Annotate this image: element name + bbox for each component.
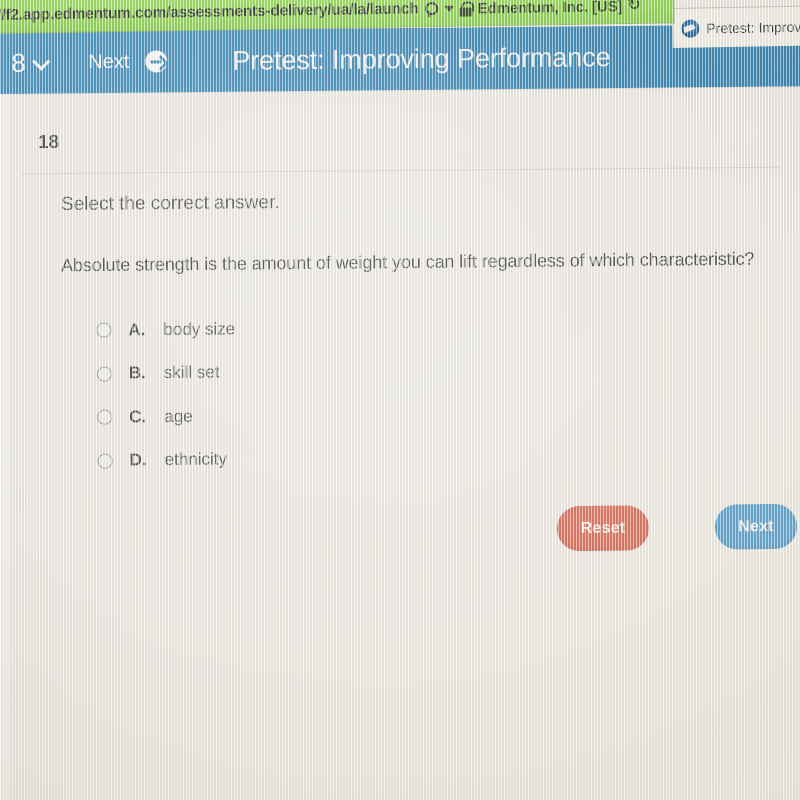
browser-tab[interactable]: Pretest: Improv xyxy=(672,4,800,48)
answer-text-a: body size xyxy=(163,319,236,339)
question-prompt: Absolute strength is the amount of weigh… xyxy=(60,248,755,276)
radio-button-d[interactable] xyxy=(97,453,113,469)
toolbar-next-label: Next xyxy=(88,50,130,73)
answer-option-d[interactable]: D. ethnicity xyxy=(97,438,236,483)
ev-certificate-label: Edmentum, Inc. [US] xyxy=(477,0,623,17)
reset-button[interactable]: Reset xyxy=(556,505,650,552)
question-panel: 18 Select the correct answer. Absolute s… xyxy=(9,90,800,800)
address-bar-url: //f2.app.edmentum.com/assessments-delive… xyxy=(0,0,419,24)
chevron-down-icon[interactable] xyxy=(444,5,455,12)
answer-text-b: skill set xyxy=(163,362,220,383)
answer-letter-b: B. xyxy=(128,363,146,383)
question-selector-dropdown[interactable]: 8 xyxy=(0,31,59,94)
radio-button-b[interactable] xyxy=(96,366,112,382)
answer-text-c: age xyxy=(164,406,193,426)
answer-text-d: ethnicity xyxy=(164,449,228,470)
question-selector-value: 8 xyxy=(11,47,26,78)
radio-button-c[interactable] xyxy=(97,409,113,425)
answer-letter-c: C. xyxy=(129,406,147,427)
answer-option-b[interactable]: B. skill set xyxy=(96,351,236,396)
lock-icon xyxy=(460,1,473,16)
question-number: 18 xyxy=(37,131,60,154)
next-button[interactable]: Next xyxy=(714,503,798,550)
radio-button-a[interactable] xyxy=(96,322,112,338)
address-bar-controls: Edmentum, Inc. [US] ↻ xyxy=(425,0,641,18)
answer-letter-a: A. xyxy=(128,319,146,340)
page-left-gutter xyxy=(0,88,9,800)
answer-option-c[interactable]: C. age xyxy=(97,394,236,439)
search-icon[interactable] xyxy=(425,2,440,17)
arrow-right-circle-icon xyxy=(145,50,168,73)
chevron-down-icon xyxy=(31,51,51,71)
photographed-screen: Pretest: Improv //f2.app.edmentum.com/as… xyxy=(0,0,800,800)
header-divider xyxy=(21,166,781,175)
edge-browser-icon xyxy=(681,19,700,38)
browser-tab-title: Pretest: Improv xyxy=(706,18,800,36)
question-instruction: Select the correct answer. xyxy=(60,192,280,215)
answer-option-a[interactable]: A. body size xyxy=(96,307,235,352)
action-button-row: Reset Next xyxy=(556,503,798,552)
answer-options-list: A. body size B. skill set C. age D. ethn… xyxy=(96,307,236,482)
refresh-icon[interactable]: ↻ xyxy=(627,0,641,14)
answer-letter-d: D. xyxy=(129,450,147,470)
toolbar-next-button[interactable]: Next xyxy=(57,30,199,94)
